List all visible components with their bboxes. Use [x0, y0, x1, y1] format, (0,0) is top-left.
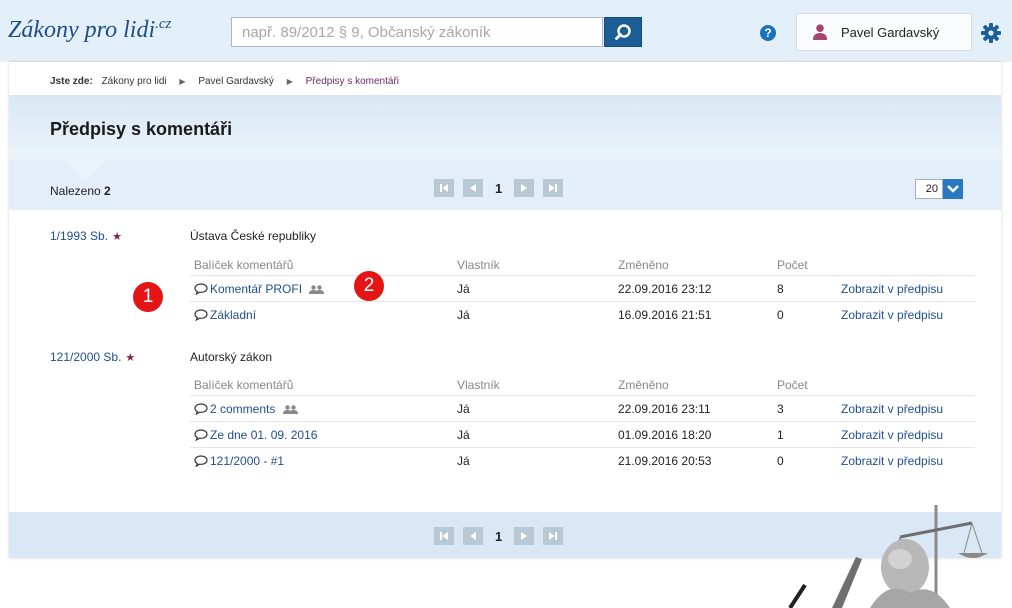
gear-icon[interactable] — [980, 22, 1002, 44]
law-link[interactable]: 1/1993 Sb. — [50, 229, 108, 243]
count-cell: 1 — [777, 428, 784, 442]
package-link[interactable]: 121/2000 - #1 — [210, 454, 284, 468]
site-logo[interactable]: Zákony pro lidi.cz — [8, 16, 171, 44]
pagination-top: 1 — [434, 179, 572, 197]
package-link[interactable]: Komentář PROFI — [210, 282, 302, 296]
page-number: 1 — [495, 528, 503, 544]
breadcrumb-item-current[interactable]: Předpisy s komentáři — [306, 76, 399, 87]
page-title: Předpisy s komentáři — [50, 119, 233, 139]
show-in-law-link[interactable]: Zobrazit v předpisu — [841, 402, 943, 416]
count-cell: 8 — [777, 282, 784, 296]
law-link[interactable]: 121/2000 Sb. — [50, 350, 121, 364]
search-icon — [615, 24, 631, 40]
page-number: 1 — [495, 180, 503, 196]
comment-icon — [194, 403, 208, 415]
comment-icon — [194, 429, 208, 441]
changed-cell: 22.09.2016 23:12 — [618, 282, 712, 296]
column-header-count: Počet — [777, 258, 808, 272]
column-header-package: Balíček komentářů — [194, 378, 294, 392]
column-header-changed: Změněno — [618, 258, 669, 272]
show-in-law-link[interactable]: Zobrazit v předpisu — [841, 308, 943, 322]
found-count: Nalezeno 2 — [50, 184, 111, 198]
owner-cell: Já — [457, 402, 470, 416]
column-header-count: Počet — [777, 378, 808, 392]
comment-icon — [194, 283, 208, 295]
prev-page-button[interactable] — [463, 179, 483, 197]
breadcrumb-item-home[interactable]: Zákony pro lidi — [102, 76, 167, 87]
law-name: Ústava České republiky — [190, 229, 317, 243]
user-icon — [813, 24, 827, 40]
title-notch — [64, 160, 106, 181]
package-link[interactable]: Základní — [210, 308, 256, 322]
title-bar: Předpisy s komentáři — [9, 95, 1001, 160]
owner-cell: Já — [457, 428, 470, 442]
next-page-button[interactable] — [514, 527, 535, 545]
star-icon[interactable]: ★ — [112, 231, 122, 243]
table-row: 2 comments Já 22.09.2016 23:11 3 Zobrazi… — [190, 395, 975, 422]
count-cell: 0 — [777, 308, 784, 322]
count-cell: 3 — [777, 402, 784, 416]
first-page-button[interactable] — [434, 527, 454, 545]
shared-users-icon — [309, 285, 325, 294]
shared-users-icon — [282, 405, 298, 414]
package-cell: 121/2000 - #1 — [194, 454, 284, 468]
user-name: Pavel Gardavský — [841, 24, 940, 40]
changed-cell: 16.09.2016 21:51 — [618, 308, 712, 322]
changed-cell: 01.09.2016 18:20 — [618, 428, 712, 442]
column-header-changed: Změněno — [618, 378, 669, 392]
package-cell: Komentář PROFI — [194, 282, 325, 296]
callout-marker-2: 2 — [354, 271, 384, 301]
user-menu[interactable]: Pavel Gardavský — [796, 13, 972, 51]
show-in-law-link[interactable]: Zobrazit v předpisu — [841, 282, 943, 296]
next-page-button[interactable] — [514, 179, 535, 197]
table-row: Ze dne 01. 09. 2016 Já 01.09.2016 18:20 … — [190, 421, 975, 448]
table-row: Základní Já 16.09.2016 21:51 0 Zobrazit … — [190, 301, 975, 328]
owner-cell: Já — [457, 454, 470, 468]
package-cell: Základní — [194, 308, 256, 322]
prev-page-button[interactable] — [463, 527, 483, 545]
help-icon[interactable]: ? — [760, 25, 776, 41]
owner-cell: Já — [457, 282, 470, 296]
content-panel: Jste zde: Zákony pro lidi ▶ Pavel Gardav… — [9, 62, 1001, 558]
lady-justice-statue-image — [788, 505, 988, 608]
table-row: Komentář PROFI Já 22.09.2016 23:12 8 Zob… — [190, 275, 975, 302]
first-page-button[interactable] — [434, 179, 454, 197]
search-box — [231, 17, 603, 47]
breadcrumb: Jste zde: Zákony pro lidi ▶ Pavel Gardav… — [50, 76, 399, 87]
breadcrumb-arrow-icon: ▶ — [179, 77, 186, 86]
changed-cell: 22.09.2016 23:11 — [618, 402, 711, 416]
show-in-law-link[interactable]: Zobrazit v předpisu — [841, 454, 943, 468]
last-page-button[interactable] — [543, 179, 564, 197]
table-row: 121/2000 - #1 Já 21.09.2016 20:53 0 Zobr… — [190, 447, 975, 474]
search-button[interactable] — [604, 17, 642, 47]
column-header-package: Balíček komentářů — [194, 258, 294, 272]
count-cell: 0 — [777, 454, 784, 468]
callout-marker-1: 1 — [133, 282, 163, 312]
last-page-button[interactable] — [543, 527, 564, 545]
package-cell: Ze dne 01. 09. 2016 — [194, 428, 317, 442]
comment-icon — [194, 455, 208, 467]
breadcrumb-arrow-icon: ▶ — [286, 77, 293, 86]
comment-icon — [194, 309, 208, 321]
pagination-bottom: 1 — [434, 527, 572, 545]
law-name: Autorský zákon — [190, 350, 273, 364]
package-cell: 2 comments — [194, 402, 298, 416]
breadcrumb-item-user[interactable]: Pavel Gardavský — [198, 76, 274, 87]
per-page-select[interactable]: 20 — [915, 179, 963, 199]
search-input[interactable] — [232, 18, 602, 46]
package-link[interactable]: Ze dne 01. 09. 2016 — [210, 428, 317, 442]
chevron-down-icon[interactable] — [943, 179, 963, 199]
show-in-law-link[interactable]: Zobrazit v předpisu — [841, 428, 943, 442]
per-page-value: 20 — [915, 179, 943, 199]
owner-cell: Já — [457, 308, 470, 322]
column-header-owner: Vlastník — [457, 258, 500, 272]
breadcrumb-label: Jste zde: — [50, 76, 93, 87]
top-header: Zákony pro lidi.cz ? Pavel Gardavský — [0, 0, 1012, 62]
star-icon[interactable]: ★ — [125, 352, 135, 364]
column-header-owner: Vlastník — [457, 378, 500, 392]
law-number-2: 121/2000 Sb. ★ — [50, 350, 135, 364]
package-link[interactable]: 2 comments — [210, 402, 275, 416]
law-number-1: 1/1993 Sb. ★ — [50, 229, 122, 243]
changed-cell: 21.09.2016 20:53 — [618, 454, 712, 468]
